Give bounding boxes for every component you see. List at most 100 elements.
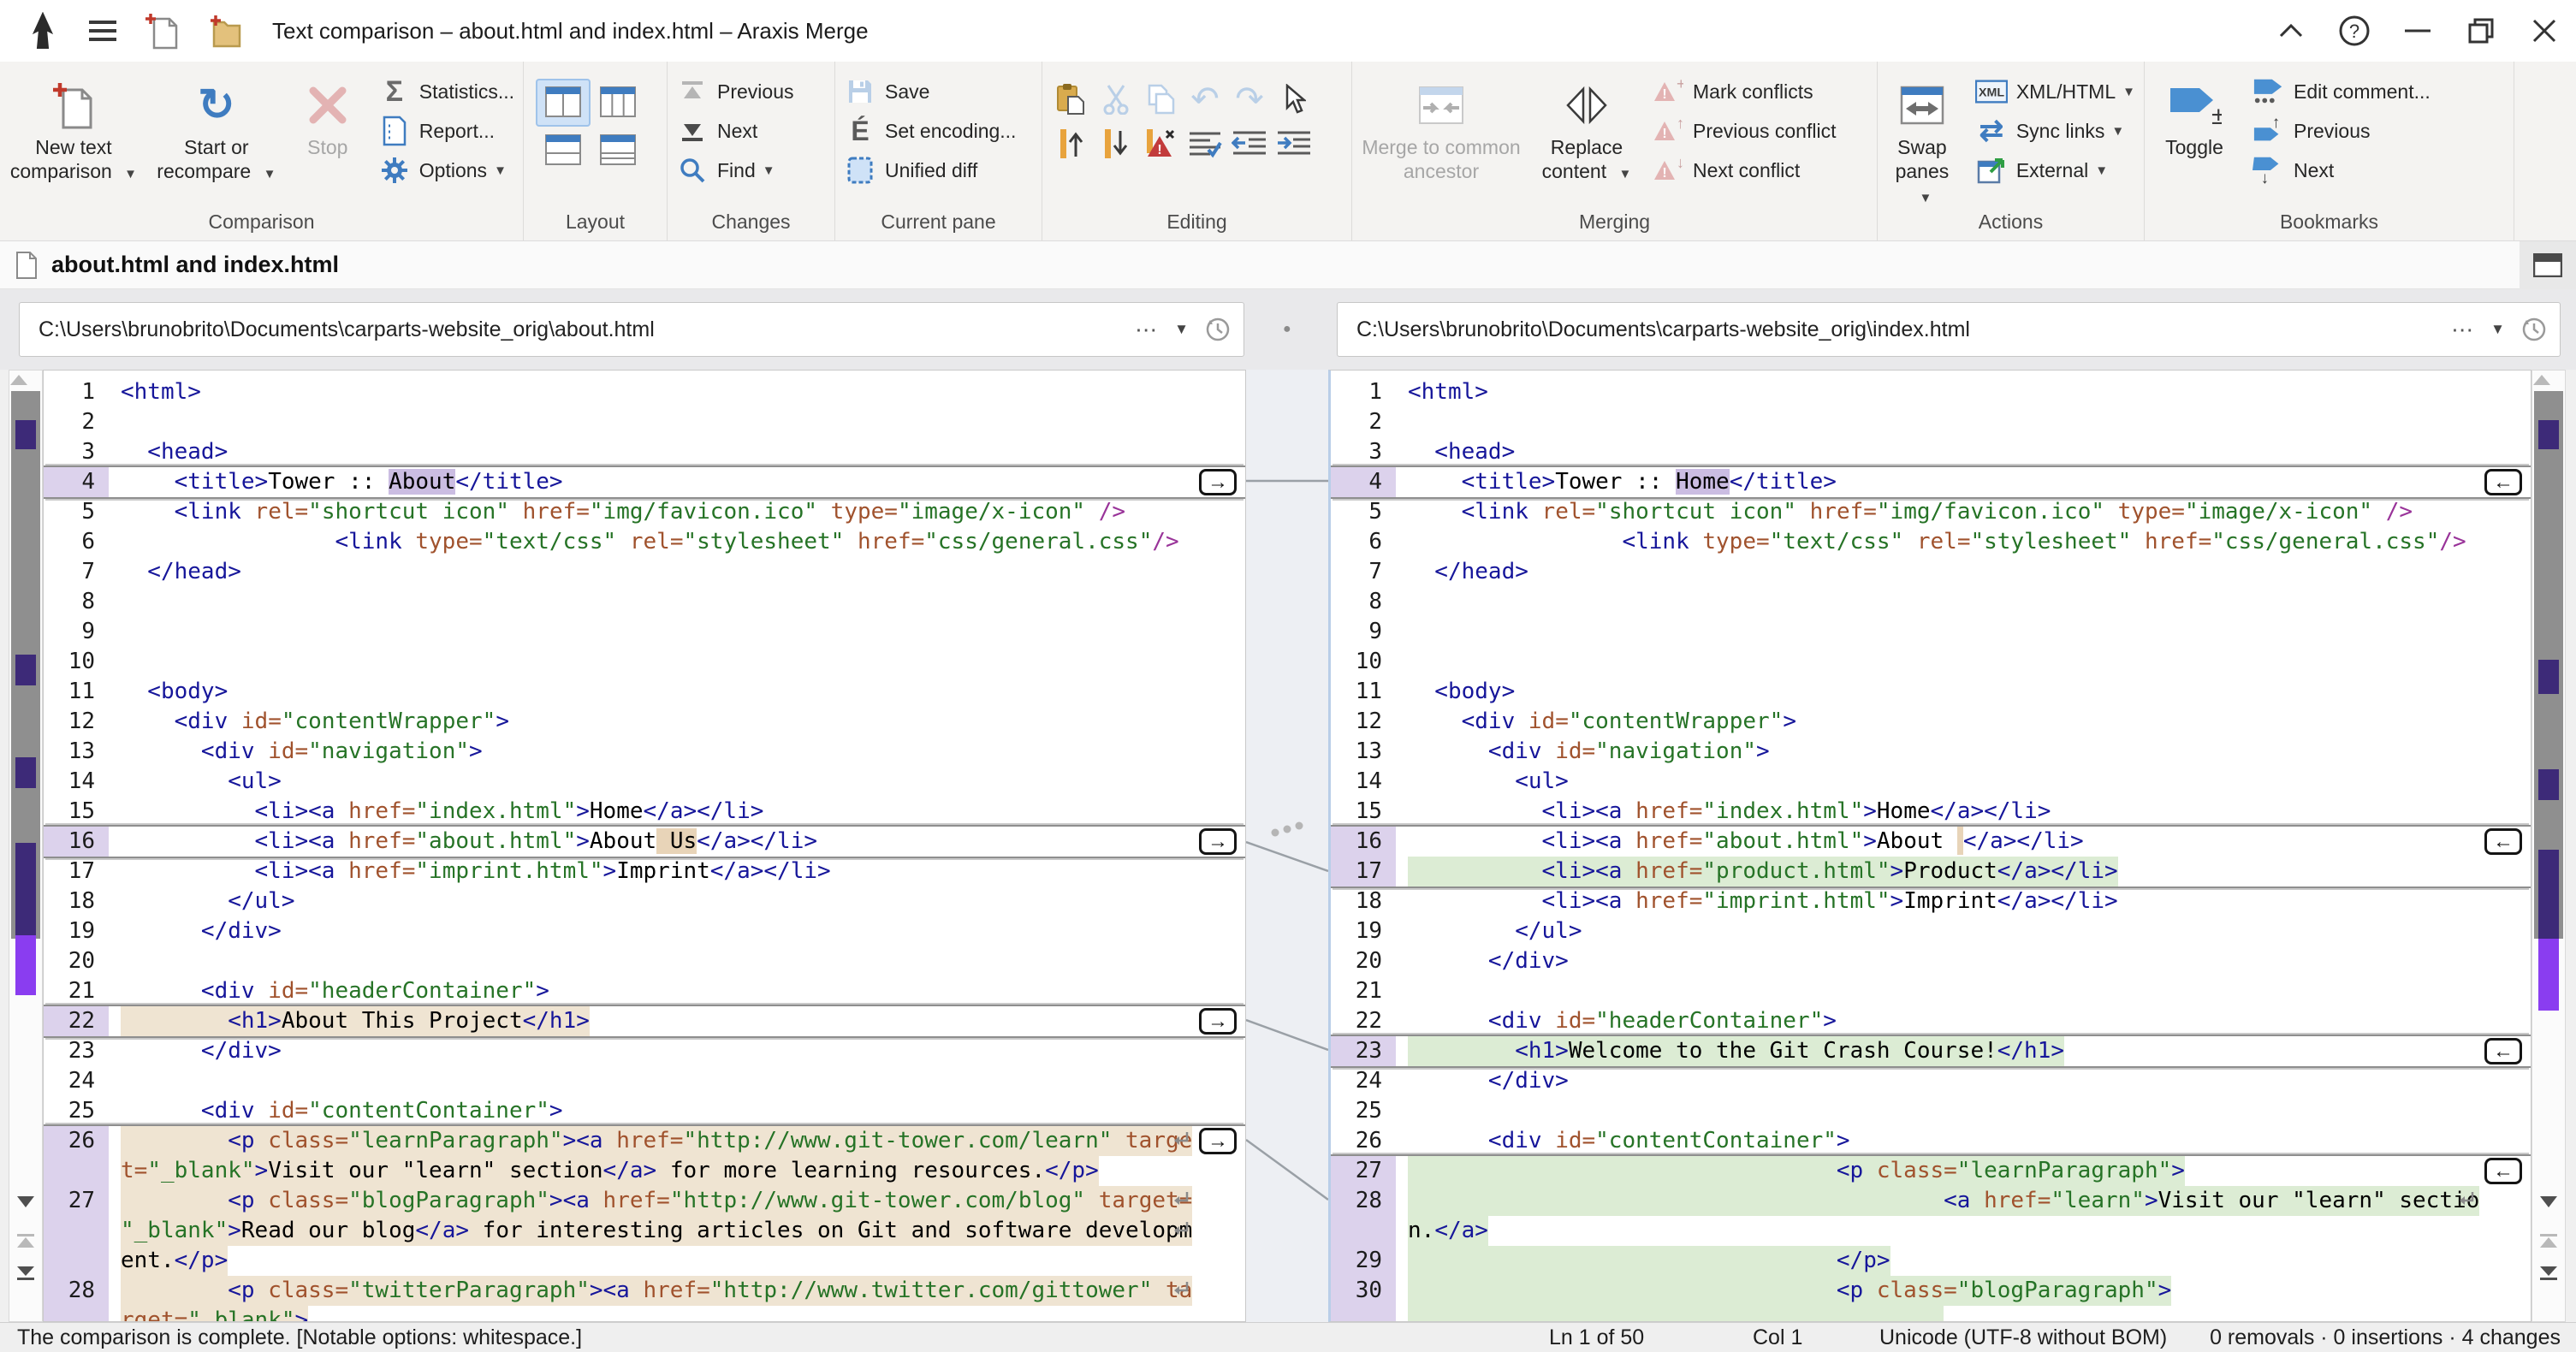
unified-diff-button[interactable]: Unified diff (844, 151, 1016, 190)
toggle-bookmark-button[interactable]: ± Toggle (2150, 72, 2239, 159)
layout-option-2[interactable] (591, 79, 645, 127)
redo-button[interactable]: ↷ (1227, 77, 1272, 122)
swap-panes-button[interactable]: Swap panes ▼ (1883, 72, 1962, 211)
code-row[interactable]: 24 </div> (1331, 1066, 2531, 1096)
code-row[interactable]: 25 <div id="contentContainer"> (44, 1096, 1245, 1126)
code-row[interactable]: 16 <li><a href="about.html">About </a></… (1331, 827, 2531, 857)
stop-button[interactable]: Stop (291, 72, 365, 159)
accept-lines-button[interactable] (1183, 122, 1227, 166)
strip-change-marker[interactable] (2538, 769, 2559, 800)
code-row[interactable]: 7 </head> (44, 557, 1245, 587)
collapse-ribbon-icon[interactable] (2259, 5, 2323, 56)
save-button[interactable]: Save (844, 72, 1016, 111)
insert-after-button[interactable] (1094, 122, 1138, 166)
mark-conflicts-button[interactable]: !+ Mark conflicts (1652, 72, 1836, 111)
strip-change-marker[interactable] (15, 935, 36, 995)
code-row[interactable]: 25 (1331, 1096, 2531, 1126)
code-row[interactable]: 18 </ul> (44, 887, 1245, 916)
code-row[interactable]: 9 (1331, 617, 2531, 647)
code-row[interactable]: 14 <ul> (1331, 767, 2531, 797)
right-copy-change-4-button[interactable]: ← (2484, 1158, 2522, 1184)
minimize-button[interactable] (2386, 5, 2449, 56)
replace-content-button[interactable]: Replace content ▼ (1535, 72, 1638, 187)
code-row[interactable]: 18 <li><a href="imprint.html">Imprint</a… (1331, 887, 2531, 916)
right-code-pane[interactable]: 1<html>23 <head>4 <title>Tower :: Home</… (1328, 370, 2531, 1322)
code-row[interactable]: 13 <div id="navigation"> (44, 737, 1245, 767)
start-or-recompare-button[interactable]: ↻ Start or recompare ▼ (152, 72, 281, 187)
select-pointer-button[interactable] (1272, 77, 1316, 122)
xml-html-button[interactable]: XML XML/HTML▼ (1975, 72, 2135, 111)
code-row[interactable]: rget="_blank"> (44, 1306, 1245, 1322)
code-row[interactable]: 21 <div id="headerContainer"> (44, 976, 1245, 1006)
left-copy-change-3-button[interactable]: → (1199, 1008, 1237, 1035)
left-copy-change-1-button[interactable]: → (1199, 469, 1237, 495)
left-code-pane[interactable]: 1<html>23 <head>4 <title>Tower :: About<… (43, 370, 1246, 1322)
strip-first-change-button[interactable] (9, 1233, 42, 1248)
report-button[interactable]: Report... (378, 111, 514, 151)
strip-change-marker[interactable] (2538, 660, 2559, 694)
strip-change-marker[interactable] (2538, 850, 2559, 939)
previous-bookmark-button[interactable]: ↑ Previous (2253, 111, 2431, 151)
code-row[interactable]: 10 (1331, 647, 2531, 677)
strip-change-marker[interactable] (2538, 420, 2559, 449)
code-row[interactable]: 23 <h1>Welcome to the Git Crash Course!<… (1331, 1036, 2531, 1066)
code-row[interactable]: 3 <head> (44, 437, 1245, 467)
code-row[interactable]: 12 <div id="contentWrapper"> (1331, 707, 2531, 737)
code-row[interactable]: 9 (44, 617, 1245, 647)
options-button[interactable]: Options▼ (378, 151, 514, 190)
code-row[interactable]: 22 <h1>About This Project</h1> (44, 1006, 1245, 1036)
code-row[interactable]: 29 </p> (1331, 1246, 2531, 1276)
code-row[interactable]: 28 <p class="twitterParagraph"><a href="… (44, 1276, 1245, 1306)
undo-button[interactable]: ↶ (1183, 77, 1227, 122)
strip-next-change-button[interactable] (2532, 1195, 2565, 1208)
cut-button[interactable] (1094, 77, 1138, 122)
right-file-path[interactable]: C:\Users\brunobrito\Documents\carparts-w… (1356, 317, 2451, 342)
code-row[interactable]: 4 <title>Tower :: About</title> (44, 467, 1245, 497)
layout-option-3[interactable] (536, 127, 591, 175)
delete-conflict-button[interactable]: ! (1138, 122, 1183, 166)
code-row[interactable]: 5 <link rel="shortcut icon" href="img/fa… (44, 497, 1245, 527)
code-row[interactable]: 5 <link rel="shortcut icon" href="img/fa… (1331, 497, 2531, 527)
code-row[interactable]: 21 (1331, 976, 2531, 1006)
code-row[interactable]: 8 (1331, 587, 2531, 617)
close-button[interactable] (2513, 5, 2576, 56)
code-row[interactable]: 10 (44, 647, 1245, 677)
left-path-dropdown-icon[interactable]: ▼ (1174, 321, 1189, 338)
new-text-comparison-button[interactable]: New text comparison ▼ (5, 72, 142, 187)
insert-before-button[interactable] (1049, 122, 1094, 166)
code-row[interactable]: 13 <div id="navigation"> (1331, 737, 2531, 767)
set-encoding-button[interactable]: É Set encoding... (844, 111, 1016, 151)
find-button[interactable]: Find▼ (676, 151, 793, 190)
right-overview-strip[interactable] (2531, 370, 2566, 1322)
code-row[interactable]: 11 <body> (44, 677, 1245, 707)
next-bookmark-button[interactable]: ↓ Next (2253, 151, 2431, 190)
strip-scroll-up-icon[interactable] (2532, 374, 2565, 386)
left-copy-change-2-button[interactable]: → (1199, 828, 1237, 855)
next-conflict-button[interactable]: !↓ Next conflict (1652, 151, 1836, 190)
sync-links-button[interactable]: ⇄ Sync links▼ (1975, 111, 2135, 151)
code-row[interactable]: 6 <link type="text/css" rel="stylesheet"… (1331, 527, 2531, 557)
code-row[interactable]: 23 </div> (44, 1036, 1245, 1066)
strip-scroll-up-icon[interactable] (9, 374, 42, 386)
layout-option-1[interactable] (536, 79, 591, 127)
paste-button[interactable] (1049, 77, 1094, 122)
code-row[interactable]: 20 </div> (1331, 946, 2531, 976)
code-row[interactable]: n.</a> (1331, 1216, 2531, 1246)
edit-comment-button[interactable]: Edit comment... (2253, 72, 2431, 111)
unindent-button[interactable] (1227, 122, 1272, 166)
strip-first-change-button[interactable] (2532, 1233, 2565, 1248)
code-row[interactable]: 27 <p class="learnParagraph"> (1331, 1156, 2531, 1186)
right-copy-change-1-button[interactable]: ← (2484, 469, 2522, 495)
right-file-path-box[interactable]: C:\Users\brunobrito\Documents\carparts-w… (1337, 302, 2561, 357)
code-row[interactable]: "_blank">Read our blog</a> for interesti… (44, 1216, 1245, 1246)
right-path-browse-icon[interactable]: ⋯ (2451, 317, 2475, 343)
code-row[interactable] (1331, 1306, 2531, 1322)
code-row[interactable]: 20 (44, 946, 1245, 976)
left-file-path[interactable]: C:\Users\brunobrito\Documents\carparts-w… (39, 317, 1135, 342)
left-overview-strip[interactable] (9, 370, 43, 1322)
strip-change-marker[interactable] (15, 757, 36, 788)
right-path-history-icon[interactable] (2520, 316, 2548, 343)
code-row[interactable]: 8 (44, 587, 1245, 617)
restore-button[interactable] (2449, 5, 2513, 56)
new-document-icon[interactable] (144, 10, 181, 51)
